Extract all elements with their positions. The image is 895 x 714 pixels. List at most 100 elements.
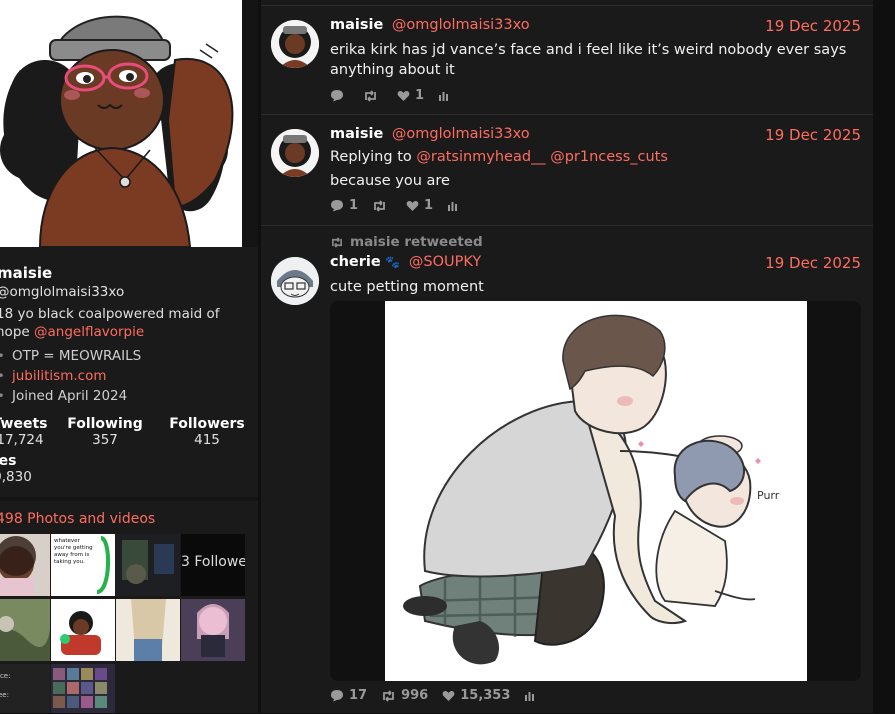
profile-sidebar: maisie @omglolmaisi33xo 18 yo black coal… xyxy=(0,0,258,713)
profile-bio: 18 yo black coalpowered maid of hope @an… xyxy=(0,305,226,341)
retweet-icon xyxy=(383,689,394,702)
retweet-button[interactable]: 996 xyxy=(381,688,428,703)
bio-mention-link[interactable]: @angelflavorpie xyxy=(34,324,144,340)
profile-otp: • OTP = MEOWRAILS xyxy=(0,348,141,364)
tweet-date[interactable]: 19 Dec 2025 xyxy=(765,126,861,144)
tweet-text: because you are xyxy=(330,173,450,189)
media-thumb[interactable]: ice: ee: xyxy=(0,664,50,713)
tweet-image[interactable]: Purr xyxy=(385,301,807,681)
media-thumb[interactable] xyxy=(0,599,50,661)
tweet-date[interactable]: 19 Dec 2025 xyxy=(765,254,861,272)
tweet-header: maisie @omglolmaisi33xo 19 Dec 2025 xyxy=(330,126,861,144)
comment-icon xyxy=(331,90,343,102)
tweet-author-handle[interactable]: @omglolmaisi33xo xyxy=(392,17,530,33)
reply-button[interactable]: 1 xyxy=(330,198,358,213)
retweet-context: maisie retweeted xyxy=(330,234,483,250)
otp-text: OTP = MEOWRAILS xyxy=(12,348,142,364)
reply-mention-1[interactable]: @ratsinmyhead__ xyxy=(416,149,545,165)
tweet-avatar[interactable] xyxy=(271,20,319,68)
views-button[interactable] xyxy=(524,690,540,701)
tweet[interactable]: maisie @omglolmaisi33xo 19 Dec 2025 erik… xyxy=(261,5,873,114)
stat-followers[interactable]: Followers 415 xyxy=(166,416,248,448)
tweet[interactable]: maisie @omglolmaisi33xo 19 Dec 2025 Repl… xyxy=(261,114,873,225)
media-link-label[interactable]: 498 Photos and videos xyxy=(0,511,155,527)
media-thumb[interactable] xyxy=(0,534,50,596)
retweet-button[interactable] xyxy=(372,199,392,212)
stat-label: Tweets xyxy=(0,416,48,432)
tweet-reply-context: Replying to @ratsinmyhead__ @pr1ncess_cu… xyxy=(330,147,850,167)
stat-following[interactable]: Following 357 xyxy=(64,416,146,448)
info-icon: • xyxy=(0,349,6,363)
like-count: 15,353 xyxy=(460,688,511,703)
thumb-note-b: ee: xyxy=(0,691,9,699)
name-emoji: 🐾 xyxy=(385,255,401,269)
tweet-author-name[interactable]: cherie xyxy=(330,254,381,270)
like-button[interactable]: 15,353 xyxy=(442,688,510,703)
reply-mention-2[interactable]: @pr1ncess_cuts xyxy=(550,149,668,165)
media-thumb[interactable] xyxy=(51,599,115,661)
stat-label: Followers xyxy=(169,416,245,432)
page-scrollbar[interactable] xyxy=(873,0,895,713)
media-thumb[interactable]: whatever you're getting away from is tak… xyxy=(51,534,115,596)
tweet-header: maisie @omglolmaisi33xo 19 Dec 2025 xyxy=(330,17,861,35)
tweet-avatar[interactable] xyxy=(271,129,319,177)
tweet-actions: 1 xyxy=(330,88,468,103)
stat-likes[interactable]: Likes 100,830 xyxy=(0,453,56,485)
like-count: 1 xyxy=(424,198,434,213)
media-gallery: 498 Photos and videos whatever you're ge… xyxy=(0,501,258,713)
photos-videos-link[interactable]: 498 Photos and videos xyxy=(0,511,155,527)
profile-handle[interactable]: @omglolmaisi33xo xyxy=(0,284,124,300)
thumb-followers-text: 3 Followe xyxy=(181,554,245,570)
heart-icon xyxy=(442,690,455,701)
heart-icon xyxy=(397,90,410,101)
like-button[interactable]: 1 xyxy=(397,88,424,103)
tweet-date[interactable]: 19 Dec 2025 xyxy=(765,17,861,35)
like-button[interactable]: 1 xyxy=(406,198,433,213)
media-thumb[interactable]: 3 Followe xyxy=(181,534,245,596)
calendar-icon: • xyxy=(0,389,6,403)
media-thumb[interactable] xyxy=(116,599,180,661)
tweet-author-handle[interactable]: @omglolmaisi33xo xyxy=(392,126,530,142)
reply-button[interactable] xyxy=(330,89,349,102)
replying-to-label: Replying to xyxy=(330,149,412,165)
tweet-actions: 1 1 xyxy=(330,198,477,213)
stat-value: 415 xyxy=(194,432,220,448)
stat-tweets[interactable]: Tweets 17,724 xyxy=(0,416,60,448)
reply-count: 17 xyxy=(349,688,368,703)
tweet-author-handle[interactable]: @SOUPKY xyxy=(409,254,481,270)
retweet-icon xyxy=(332,236,342,248)
views-button[interactable] xyxy=(438,90,454,101)
profile-name: maisie xyxy=(0,264,53,282)
like-count: 1 xyxy=(415,88,425,103)
tweet[interactable]: maisie retweeted cherie 🐾 @SOUPKY 19 Dec… xyxy=(261,225,873,714)
media-thumb[interactable] xyxy=(116,534,180,596)
profile-card: maisie @omglolmaisi33xo 18 yo black coal… xyxy=(0,247,258,497)
comment-icon xyxy=(331,690,343,702)
retweet-icon xyxy=(374,199,385,212)
profile-website[interactable]: • jubilitism.com xyxy=(0,368,106,384)
retweet-context-label[interactable]: maisie retweeted xyxy=(350,234,483,250)
website-link[interactable]: jubilitism.com xyxy=(12,368,106,384)
views-icon xyxy=(439,92,449,101)
stat-value: 100,830 xyxy=(0,469,32,485)
views-icon xyxy=(448,202,458,211)
tweet-header: cherie 🐾 @SOUPKY 19 Dec 2025 xyxy=(330,254,861,272)
media-thumb[interactable] xyxy=(181,599,245,661)
retweet-count: 996 xyxy=(401,688,429,703)
thumb-note-a: ice: xyxy=(0,672,11,680)
tweet-avatar[interactable] xyxy=(271,257,319,305)
media-thumb[interactable] xyxy=(51,664,115,713)
tweet-author-name[interactable]: maisie xyxy=(330,17,383,33)
heart-icon xyxy=(406,200,419,211)
reply-count: 1 xyxy=(349,198,359,213)
retweet-button[interactable] xyxy=(363,89,383,102)
stat-value: 357 xyxy=(92,432,118,448)
tweet-media[interactable]: Purr xyxy=(330,301,861,681)
tweet-author-name[interactable]: maisie xyxy=(330,126,383,142)
reply-button[interactable]: 17 xyxy=(330,688,367,703)
tweet-text: erika kirk has jd vance’s face and i fee… xyxy=(330,42,847,78)
views-icon xyxy=(525,692,535,701)
views-button[interactable] xyxy=(447,200,463,211)
retweet-icon xyxy=(365,89,376,102)
profile-avatar-large[interactable] xyxy=(0,0,242,247)
